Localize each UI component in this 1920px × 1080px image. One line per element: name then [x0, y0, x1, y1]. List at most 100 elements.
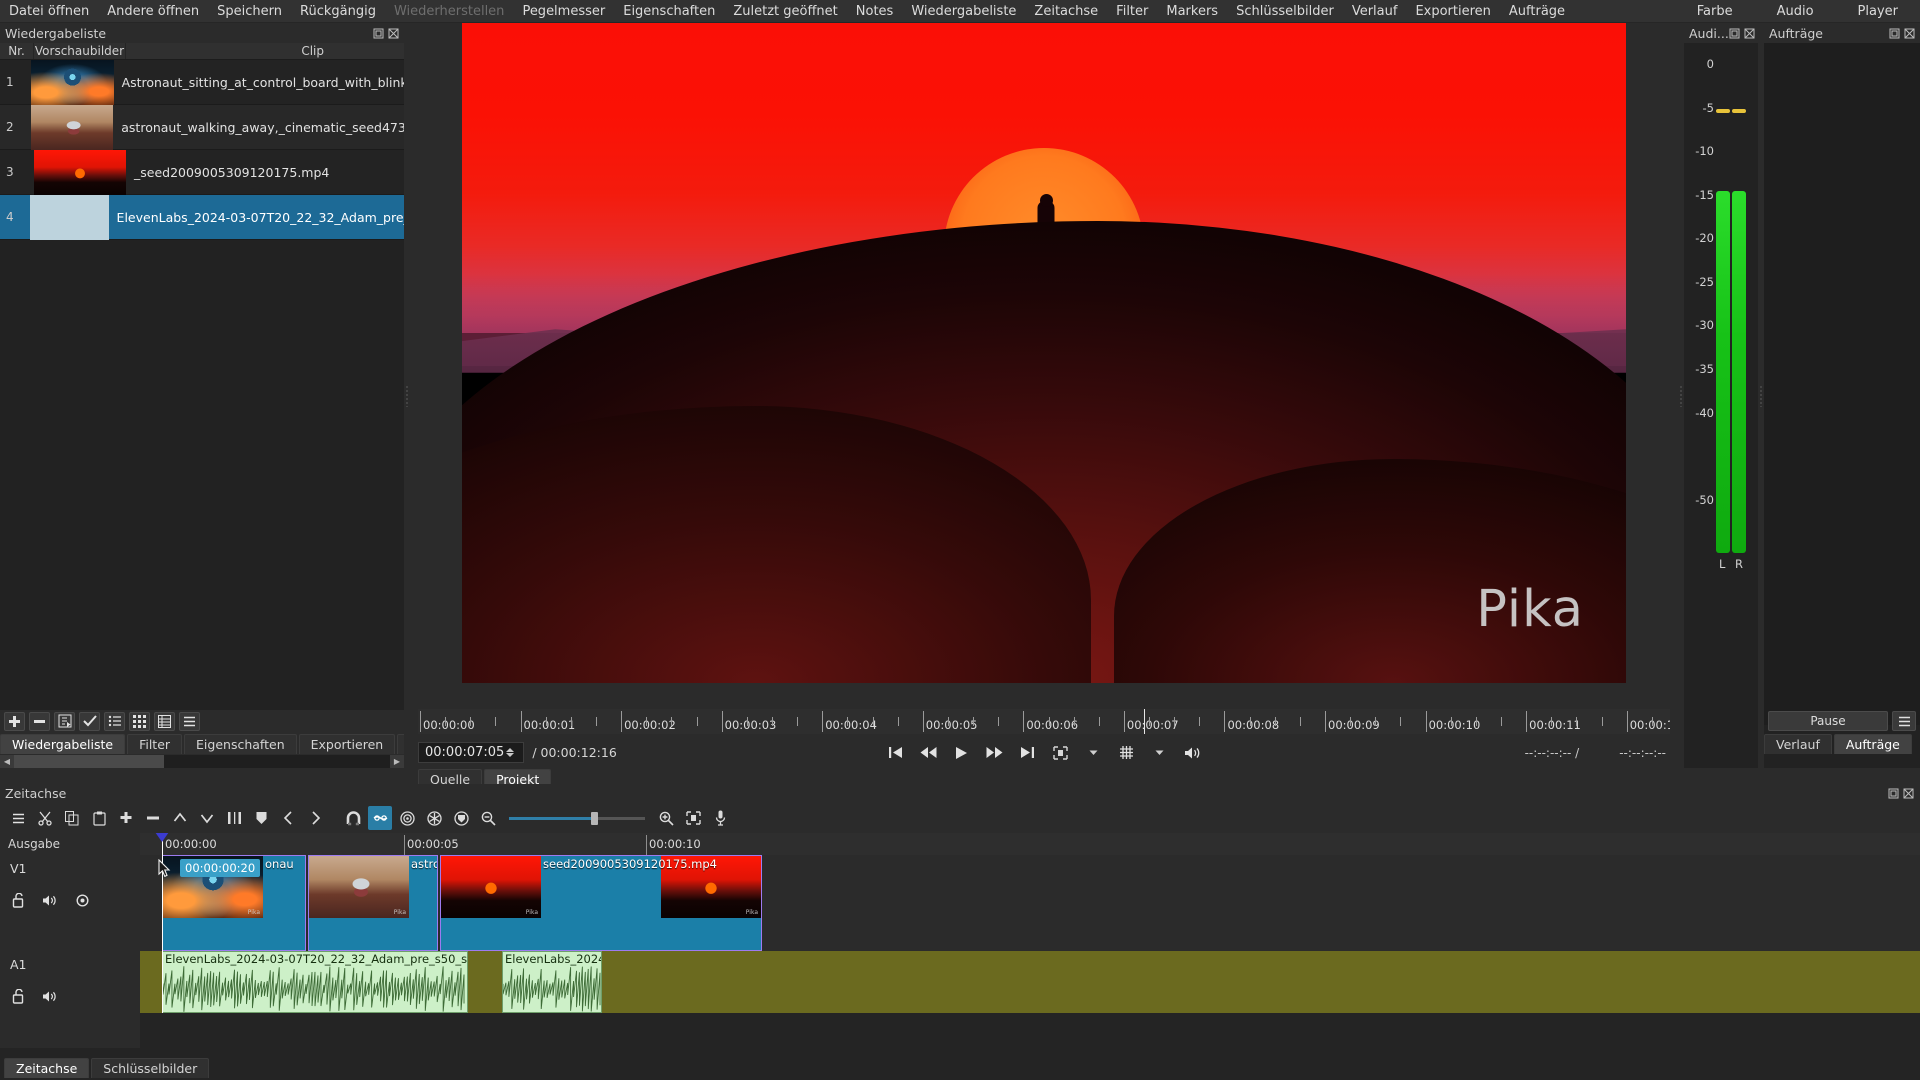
menu-item-exportieren[interactable]: Exportieren: [1406, 0, 1499, 23]
zoom-fit-button[interactable]: [681, 806, 705, 830]
pause-button[interactable]: Pause: [1768, 711, 1888, 731]
mute-icon[interactable]: [42, 892, 58, 908]
hide-icon[interactable]: [74, 892, 90, 908]
video-preview-area[interactable]: Pika: [410, 23, 1678, 709]
menu-item-wiederherstellen[interactable]: Wiederherstellen: [385, 0, 513, 23]
close-icon[interactable]: [1904, 28, 1915, 39]
next-marker-button[interactable]: [303, 806, 327, 830]
timeline-playhead-handle[interactable]: [155, 833, 169, 842]
tab-verlauf[interactable]: Verlauf: [1764, 734, 1832, 754]
menu-item-wiedergabeliste[interactable]: Wiedergabeliste: [902, 0, 1025, 23]
menu-item-zuletzt-ge-ffnet[interactable]: Zuletzt geöffnet: [724, 0, 846, 23]
cut-button[interactable]: [33, 806, 57, 830]
output-track-label[interactable]: Ausgabe: [0, 833, 140, 855]
playlist-thumbnail[interactable]: [34, 150, 126, 195]
menu-item-zeitachse[interactable]: Zeitachse: [1025, 0, 1107, 23]
menu-item-speichern[interactable]: Speichern: [208, 0, 291, 23]
record-audio-button[interactable]: [708, 806, 732, 830]
timeline-video-clip[interactable]: Pika Pika seed2009005309120175.mp4: [440, 855, 762, 951]
column-header-thumbnail[interactable]: Vorschaubilder: [34, 43, 126, 59]
update-icon[interactable]: [54, 711, 75, 731]
chevron-down-icon-2[interactable]: [1150, 743, 1169, 762]
close-icon[interactable]: [388, 28, 399, 39]
copy-button[interactable]: [60, 806, 84, 830]
jobs-list[interactable]: [1764, 43, 1920, 725]
audio-track-a1[interactable]: ElevenLabs_2024-03-07T20_22_32_Adam_pre_…: [140, 951, 1920, 1013]
menu-item-notes[interactable]: Notes: [847, 0, 903, 23]
playlist-row[interactable]: 2 astronaut_walking_away,_cinematic_seed4…: [0, 105, 404, 150]
volume-icon[interactable]: [1183, 743, 1202, 762]
timeline-video-clip[interactable]: Pika astrona: [308, 855, 438, 951]
playlist-thumbnail[interactable]: [31, 60, 114, 105]
timeline-ruler[interactable]: 00:00:00 00:00:05 00:00:10: [140, 833, 1920, 855]
playlist-row[interactable]: 3 _seed2009005309120175.mp4: [0, 150, 404, 195]
unlock-icon[interactable]: [10, 988, 26, 1004]
chevron-down-icon[interactable]: [1084, 743, 1103, 762]
play-icon[interactable]: [952, 743, 971, 762]
check-icon[interactable]: [79, 711, 100, 731]
skip-to-start-icon[interactable]: [886, 743, 905, 762]
prev-marker-button[interactable]: [276, 806, 300, 830]
tab-filter[interactable]: Filter: [127, 734, 183, 754]
snap-button[interactable]: [341, 806, 365, 830]
append-button[interactable]: [114, 806, 138, 830]
track-head-v1[interactable]: V1: [0, 855, 140, 908]
zoom-slider-knob[interactable]: [590, 812, 598, 825]
fast-forward-icon[interactable]: [985, 743, 1004, 762]
menu-item-datei-ffnen[interactable]: Datei öffnen: [0, 0, 98, 23]
menu-item-schl-sselbilder[interactable]: Schlüsselbilder: [1227, 0, 1343, 23]
float-icon[interactable]: [1888, 788, 1899, 799]
timeline-audio-clip[interactable]: ElevenLabs_2024-03: [502, 951, 602, 1013]
tab-zeitachse[interactable]: Zeitachse: [4, 1058, 90, 1078]
scrollbar-thumb[interactable]: [14, 754, 165, 768]
split-button[interactable]: [222, 806, 246, 830]
grid-view-icon[interactable]: [129, 711, 150, 731]
tab-wiedergabeliste[interactable]: Wiedergabeliste: [0, 734, 126, 754]
timeline-menu-button[interactable]: [6, 806, 30, 830]
video-track-v1[interactable]: Pika onau Pika astrona Pika Pika seed200900530…: [140, 855, 1920, 951]
tab-eigenschaften[interactable]: Eigenschaften: [184, 734, 297, 754]
float-icon[interactable]: [1729, 28, 1740, 39]
float-icon[interactable]: [373, 28, 384, 39]
zoom-fit-icon[interactable]: [1051, 743, 1070, 762]
menu-item-player[interactable]: Player: [1836, 0, 1920, 23]
scroll-left-icon[interactable]: ◀: [0, 754, 14, 768]
ripple-delete-button[interactable]: [141, 806, 165, 830]
timeline-zoom-slider[interactable]: [509, 808, 645, 828]
unlock-icon[interactable]: [10, 892, 26, 908]
ripple-all-tracks-button[interactable]: [422, 806, 446, 830]
playlist-thumbnail[interactable]: [31, 105, 114, 150]
ripple-markers-button[interactable]: [449, 806, 473, 830]
paste-button[interactable]: [87, 806, 111, 830]
scroll-right-icon[interactable]: ▶: [390, 754, 404, 768]
track-head-a1[interactable]: A1: [0, 951, 140, 1004]
overwrite-button[interactable]: [195, 806, 219, 830]
menu-item-eigenschaften[interactable]: Eigenschaften: [614, 0, 724, 23]
ripple-button[interactable]: [395, 806, 419, 830]
detail-view-icon[interactable]: [154, 711, 175, 731]
menu-item-andere-ffnen[interactable]: Andere öffnen: [98, 0, 208, 23]
playlist-thumbnail[interactable]: [29, 195, 109, 240]
minus-icon[interactable]: [29, 711, 50, 731]
player-ruler[interactable]: 00:00:00 00:00:01 00:00:02 00:00:03 00:00:04…: [418, 709, 1670, 734]
column-header-clip[interactable]: Clip: [126, 43, 404, 59]
timeline-audio-clip[interactable]: ElevenLabs_2024-03-07T20_22_32_Adam_pre_…: [162, 951, 468, 1013]
menu-item-markers[interactable]: Markers: [1157, 0, 1227, 23]
zoom-in-button[interactable]: [654, 806, 678, 830]
close-icon[interactable]: [1744, 28, 1755, 39]
player-playhead[interactable]: [1144, 709, 1146, 734]
float-icon[interactable]: [1889, 28, 1900, 39]
zoom-out-button[interactable]: [476, 806, 500, 830]
rewind-icon[interactable]: [919, 743, 938, 762]
tab-exportieren[interactable]: Exportieren: [298, 734, 396, 754]
playlist-row[interactable]: 1 Astronaut_sitting_at_control_board_with…: [0, 60, 404, 105]
scrollbar-track[interactable]: [14, 754, 390, 768]
tab-auftr-ge[interactable]: Aufträge: [1833, 734, 1912, 754]
menu-item-verlauf[interactable]: Verlauf: [1343, 0, 1407, 23]
grid-icon[interactable]: [1117, 743, 1136, 762]
playlist-horizontal-scrollbar[interactable]: ◀ ▶: [0, 754, 404, 768]
list-view-icon[interactable]: [104, 711, 125, 731]
lift-button[interactable]: [168, 806, 192, 830]
mute-icon[interactable]: [42, 988, 58, 1004]
jobs-menu-button[interactable]: [1892, 711, 1916, 731]
